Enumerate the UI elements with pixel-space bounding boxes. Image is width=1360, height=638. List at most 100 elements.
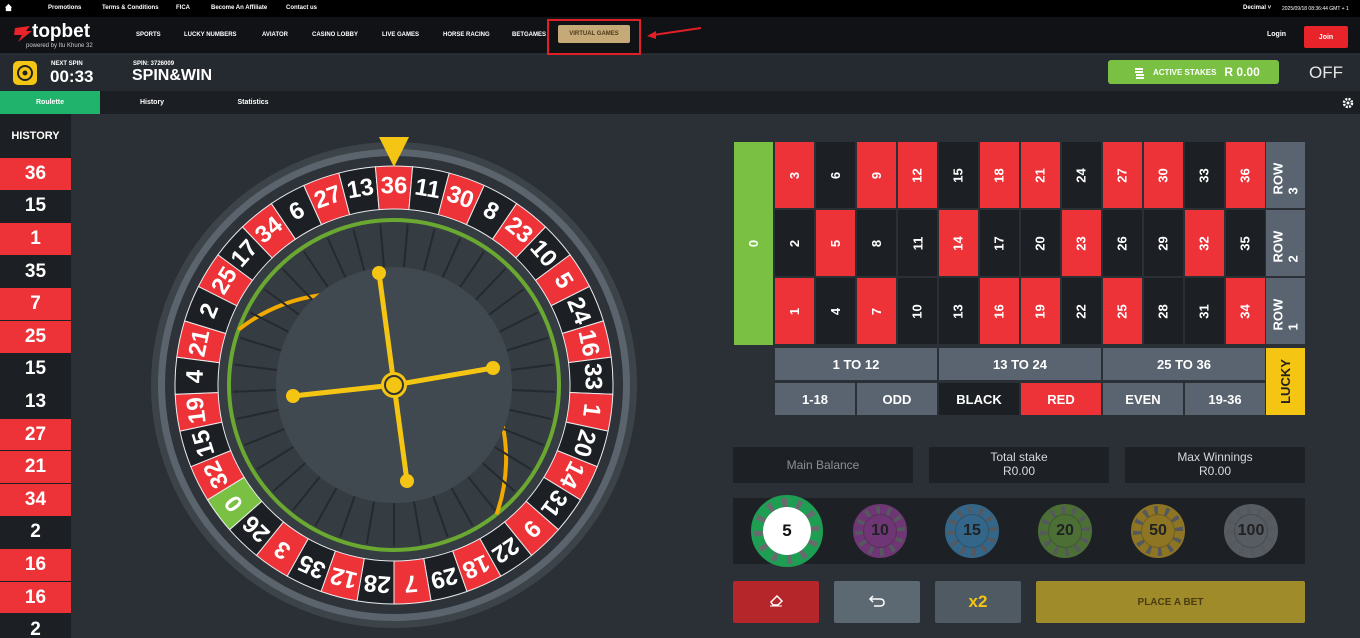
chip-50[interactable]: 50 — [1131, 504, 1185, 558]
bet-number[interactable]: 11 — [898, 210, 937, 276]
history-number: 16 — [0, 549, 71, 582]
bet-number[interactable]: 25 — [1103, 278, 1142, 344]
bet-outside[interactable]: 19-36 — [1185, 383, 1265, 415]
brand-logo[interactable]: topbet powered by Itu Khune 32 — [12, 21, 122, 53]
bet-outside[interactable]: EVEN — [1103, 383, 1183, 415]
bet-outside[interactable]: 1-18 — [775, 383, 855, 415]
bet-number[interactable]: 13 — [939, 278, 978, 344]
tab-statistics[interactable]: Statistics — [204, 91, 302, 114]
bet-number-label: 13 — [951, 303, 966, 319]
link-fica[interactable]: FICA — [176, 5, 190, 11]
max-winnings-box: Max Winnings R0.00 — [1125, 447, 1305, 483]
total-stake-label: Total stake — [990, 450, 1048, 464]
chip-20[interactable]: 20 — [1038, 504, 1092, 558]
nav-lucky-numbers[interactable]: LUCKY NUMBERS — [184, 32, 237, 38]
bet-number[interactable]: 16 — [980, 278, 1019, 344]
link-affiliate[interactable]: Become An Affiliate — [211, 5, 267, 11]
chip-15[interactable]: 15 — [945, 504, 999, 558]
wheel-number: 28 — [363, 569, 392, 598]
nav-horse-racing[interactable]: HORSE RACING — [443, 32, 490, 38]
bet-number[interactable]: 1 — [775, 278, 814, 344]
bet-number[interactable]: 22 — [1062, 278, 1101, 344]
bet-number[interactable]: 26 — [1103, 210, 1142, 276]
bet-number[interactable]: 20 — [1021, 210, 1060, 276]
link-contact[interactable]: Contact us — [286, 5, 317, 11]
bet-row[interactable]: ROW 3 — [1266, 142, 1305, 208]
double-button[interactable]: x2 — [935, 581, 1021, 623]
bet-number[interactable]: 4 — [816, 278, 855, 344]
off-toggle[interactable]: OFF — [1309, 63, 1343, 83]
link-terms[interactable]: Terms & Conditions — [102, 5, 159, 11]
bet-zero[interactable]: 0 — [734, 142, 773, 345]
bet-number[interactable]: 14 — [939, 210, 978, 276]
bet-number[interactable]: 24 — [1062, 142, 1101, 208]
nav-betgames[interactable]: BETGAMES — [512, 32, 546, 38]
bet-number[interactable]: 31 — [1185, 278, 1224, 344]
chip-100[interactable]: 100 — [1224, 504, 1278, 558]
bet-number[interactable]: 30 — [1144, 142, 1183, 208]
odds-format-value: Decimal — [1243, 5, 1267, 11]
nav-sports[interactable]: SPORTS — [136, 32, 161, 38]
bet-row[interactable]: ROW 1 — [1266, 278, 1305, 344]
active-stakes-button[interactable]: ACTIVE STAKES R 0.00 — [1108, 60, 1279, 84]
nav-live-games[interactable]: LIVE GAMES — [382, 32, 419, 38]
bet-number[interactable]: 29 — [1144, 210, 1183, 276]
bet-number[interactable]: 9 — [857, 142, 896, 208]
chip-label: 50 — [1141, 514, 1175, 548]
join-button[interactable]: Join — [1304, 26, 1348, 48]
bet-number-label: 21 — [1033, 167, 1048, 183]
chip-5[interactable]: 5 — [751, 495, 823, 567]
bet-number[interactable]: 35 — [1226, 210, 1265, 276]
bet-number[interactable]: 21 — [1021, 142, 1060, 208]
bet-number-label: 8 — [868, 239, 884, 247]
bet-number[interactable]: 17 — [980, 210, 1019, 276]
bet-number[interactable]: 23 — [1062, 210, 1101, 276]
bet-number-label: 18 — [992, 167, 1007, 183]
bet-number-label: 26 — [1115, 235, 1130, 251]
bet-number-label: 30 — [1156, 167, 1171, 183]
nav-virtual-games[interactable]: VIRTUAL GAMES — [558, 25, 630, 43]
bet-number[interactable]: 7 — [857, 278, 896, 344]
bet-number[interactable]: 32 — [1185, 210, 1224, 276]
bet-number[interactable]: 18 — [980, 142, 1019, 208]
history-list: 36 15 1 35 7 25 15 13 27 21 34 2 16 16 2 — [0, 158, 71, 638]
nav-casino-lobby[interactable]: CASINO LOBBY — [312, 32, 358, 38]
place-bet-button[interactable]: PLACE A BET — [1036, 581, 1305, 623]
bet-outside[interactable]: BLACK — [939, 383, 1019, 415]
bet-number[interactable]: 8 — [857, 210, 896, 276]
bet-number[interactable]: 6 — [816, 142, 855, 208]
bet-number[interactable]: 10 — [898, 278, 937, 344]
wheel-spinner-knob — [400, 474, 414, 488]
bet-dozen[interactable]: 13 TO 24 — [939, 348, 1101, 380]
bet-number[interactable]: 2 — [775, 210, 814, 276]
bet-number[interactable]: 12 — [898, 142, 937, 208]
tab-roulette[interactable]: Roulette — [0, 91, 100, 114]
odds-format-select[interactable]: Decimal ˅ — [1243, 5, 1271, 11]
bet-dozen[interactable]: 1 TO 12 — [775, 348, 937, 380]
bet-number[interactable]: 33 — [1185, 142, 1224, 208]
bet-dozen-label: 1 TO 12 — [832, 356, 880, 372]
bet-dozen[interactable]: 25 TO 36 — [1103, 348, 1265, 380]
bet-lucky[interactable]: LUCKY — [1266, 348, 1305, 415]
login-button[interactable]: Login — [1267, 31, 1286, 38]
home-icon[interactable] — [4, 3, 13, 12]
chip-10[interactable]: 10 — [853, 504, 907, 558]
gear-icon[interactable] — [1342, 96, 1354, 109]
bet-number[interactable]: 36 — [1226, 142, 1265, 208]
history-number: 2 — [0, 614, 71, 638]
bet-number[interactable]: 27 — [1103, 142, 1142, 208]
undo-button[interactable] — [834, 581, 920, 623]
bet-row[interactable]: ROW 2 — [1266, 210, 1305, 276]
tab-history[interactable]: History — [104, 91, 200, 114]
link-promotions[interactable]: Promotions — [48, 5, 81, 11]
nav-aviator[interactable]: AVIATOR — [262, 32, 288, 38]
bet-number[interactable]: 28 — [1144, 278, 1183, 344]
clear-button[interactable] — [733, 581, 819, 623]
bet-number[interactable]: 34 — [1226, 278, 1265, 344]
bet-outside[interactable]: RED — [1021, 383, 1101, 415]
bet-number[interactable]: 19 — [1021, 278, 1060, 344]
bet-number[interactable]: 5 — [816, 210, 855, 276]
bet-number[interactable]: 3 — [775, 142, 814, 208]
bet-number[interactable]: 15 — [939, 142, 978, 208]
bet-outside[interactable]: ODD — [857, 383, 937, 415]
